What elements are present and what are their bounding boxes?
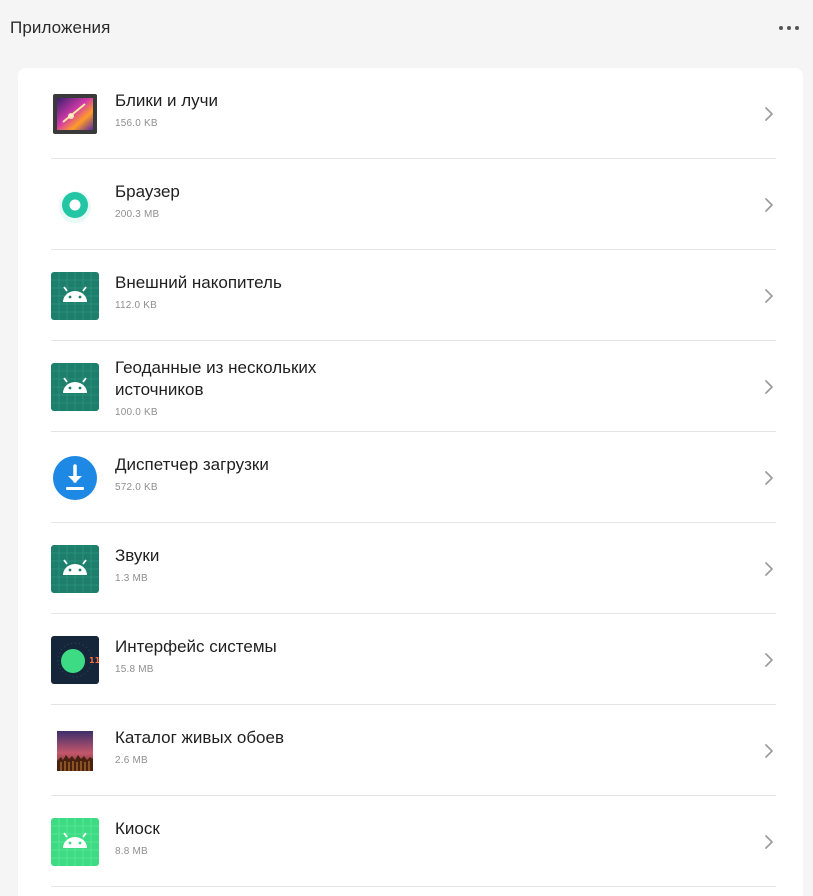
app-text: Интерфейс системы 15.8 MB	[115, 636, 675, 675]
android-light-icon	[51, 818, 99, 866]
app-list-screen: Приложения Блики и лучи 156.0 KB Браузер…	[0, 0, 813, 896]
app-name: Киоск	[115, 819, 160, 838]
app-text: Звуки 1.3 MB	[115, 545, 675, 584]
app-name: Каталог живых обоев	[115, 728, 284, 747]
app-name: Геоданные из нескольких источников	[115, 358, 317, 399]
app-name: Диспетчер загрузки	[115, 455, 269, 474]
app-size: 200.3 MB	[115, 209, 160, 220]
app-size: 8.8 MB	[115, 846, 148, 857]
chevron-right-icon	[765, 471, 773, 485]
chevron-right-icon	[765, 289, 773, 303]
app-size: 2.6 MB	[115, 755, 148, 766]
list-item-geodata[interactable]: Геоданные из нескольких источников 100.0…	[51, 341, 776, 432]
app-size: 100.0 KB	[115, 407, 158, 418]
android-icon	[51, 272, 99, 320]
more-options-button[interactable]	[773, 14, 805, 42]
app-text: Диспетчер загрузки 572.0 KB	[115, 454, 675, 493]
chevron-right-icon	[765, 562, 773, 576]
app-size: 572.0 KB	[115, 482, 158, 493]
chevron-right-icon	[765, 380, 773, 394]
svg-text:11: 11	[89, 656, 99, 665]
app-text: Блики и лучи 156.0 KB	[115, 90, 675, 129]
app-size: 15.8 MB	[115, 664, 154, 675]
list-item-kiosk[interactable]: Киоск 8.8 MB	[51, 796, 776, 887]
header: Приложения	[0, 0, 813, 60]
chevron-right-icon	[765, 835, 773, 849]
list-item-system-ui[interactable]: 11 Интерфейс системы 15.8 MB	[51, 614, 776, 705]
app-text: Геоданные из нескольких источников 100.0…	[115, 357, 355, 418]
chevron-right-icon	[765, 107, 773, 121]
list-item-bliki[interactable]: Блики и лучи 156.0 KB	[51, 68, 776, 159]
app-name: Звуки	[115, 546, 160, 565]
chevron-right-icon	[765, 744, 773, 758]
app-size: 156.0 KB	[115, 118, 158, 129]
app-text: Каталог живых обоев 2.6 MB	[115, 727, 675, 766]
more-dots-icon	[779, 26, 799, 30]
list-item-sounds[interactable]: Звуки 1.3 MB	[51, 523, 776, 614]
app-text: Браузер 200.3 MB	[115, 181, 675, 220]
app-name: Браузер	[115, 182, 180, 201]
app-size: 1.3 MB	[115, 573, 148, 584]
wallpaper-icon	[51, 727, 99, 775]
app-size: 112.0 KB	[115, 300, 158, 311]
divider	[51, 886, 776, 887]
list-item-live-wallpapers[interactable]: Каталог живых обоев 2.6 MB	[51, 705, 776, 796]
apps-card: Блики и лучи 156.0 KB Браузер 200.3 MB В…	[18, 68, 803, 896]
app-text: Внешний накопитель 112.0 KB	[115, 272, 675, 311]
app-text: Киоск 8.8 MB	[115, 818, 675, 857]
android-11-icon: 11	[51, 636, 99, 684]
download-icon	[51, 454, 99, 502]
photo-flare-icon	[51, 90, 99, 138]
app-name: Внешний накопитель	[115, 273, 282, 292]
list-item-browser[interactable]: Браузер 200.3 MB	[51, 159, 776, 250]
chevron-right-icon	[765, 653, 773, 667]
app-name: Интерфейс системы	[115, 637, 277, 656]
browser-ring-icon	[51, 181, 99, 229]
chevron-right-icon	[765, 198, 773, 212]
page-title: Приложения	[10, 18, 111, 37]
app-name: Блики и лучи	[115, 91, 219, 110]
android-icon	[51, 363, 99, 411]
android-icon	[51, 545, 99, 593]
list-item-download-manager[interactable]: Диспетчер загрузки 572.0 KB	[51, 432, 776, 523]
list-item-external-storage[interactable]: Внешний накопитель 112.0 KB	[51, 250, 776, 341]
